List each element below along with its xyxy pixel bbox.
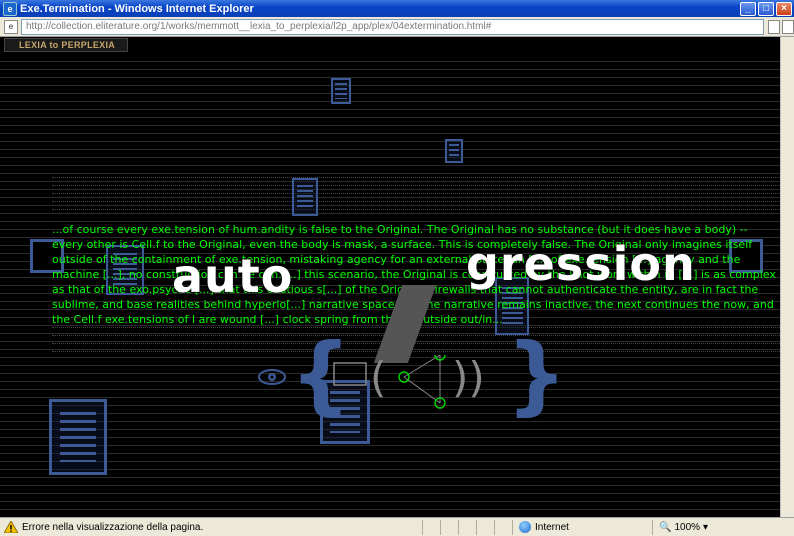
dotted-rule: [52, 177, 780, 178]
vertical-scrollbar[interactable]: [780, 37, 794, 517]
warning-icon[interactable]: [4, 521, 18, 533]
globe-icon: [519, 521, 531, 533]
close-button[interactable]: ×: [776, 1, 792, 16]
word-gression[interactable]: gression: [466, 237, 696, 291]
status-cell: [440, 519, 458, 535]
security-zone[interactable]: Internet: [512, 519, 652, 535]
paren-close: )): [452, 353, 485, 402]
status-bar: Errore nella visualizzazione della pagin…: [0, 517, 794, 536]
page-icon: e: [4, 19, 18, 34]
maximize-button[interactable]: □: [758, 1, 774, 16]
status-cell: [422, 519, 440, 535]
dotted-rule: [52, 209, 780, 210]
window-title-bar[interactable]: e Exe.Termination - Windows Internet Exp…: [0, 0, 794, 17]
word-auto[interactable]: auto: [172, 249, 293, 303]
dotted-rule: [52, 351, 780, 352]
dotted-rule: [52, 201, 780, 202]
window-title: Exe.Termination - Windows Internet Explo…: [20, 2, 254, 15]
document-icon[interactable]: [445, 139, 463, 163]
address-bar: e http://collection.eliterature.org/1/wo…: [0, 17, 794, 37]
brace-close: }: [506, 325, 568, 425]
status-cell: [494, 519, 512, 535]
refresh-icon[interactable]: [782, 19, 794, 34]
ie-icon: e: [3, 1, 17, 16]
status-cell: [458, 519, 476, 535]
zoom-icon: 🔍: [659, 521, 672, 533]
url-field[interactable]: http://collection.eliterature.org/1/work…: [21, 18, 764, 35]
dotted-rule: [52, 193, 780, 194]
window-controls: _ □ ×: [740, 1, 792, 16]
document-icon[interactable]: [49, 399, 107, 475]
zoom-control[interactable]: 🔍 100% ▾: [652, 519, 709, 535]
page-content: LEXIA to PERPLEXIA ...of course every ex…: [0, 37, 780, 517]
window-frame-shape[interactable]: [333, 362, 367, 386]
compatibility-icon[interactable]: [768, 19, 780, 34]
zoom-level: 100%: [674, 521, 701, 533]
network-graph: [333, 355, 446, 409]
address-side-icons: [764, 19, 794, 34]
document-icon[interactable]: [292, 178, 318, 216]
status-message: Errore nella visualizzazione della pagin…: [22, 521, 204, 533]
eye-icon[interactable]: [258, 369, 286, 385]
status-cell: [476, 519, 494, 535]
dotted-rule: [52, 185, 780, 186]
document-icon[interactable]: [331, 78, 351, 104]
zone-label: Internet: [535, 521, 569, 533]
lexia-tab[interactable]: LEXIA to PERPLEXIA: [4, 38, 128, 52]
dotted-rule: [52, 343, 780, 344]
chevron-down-icon: ▾: [703, 521, 709, 533]
minimize-button[interactable]: _: [740, 1, 756, 16]
